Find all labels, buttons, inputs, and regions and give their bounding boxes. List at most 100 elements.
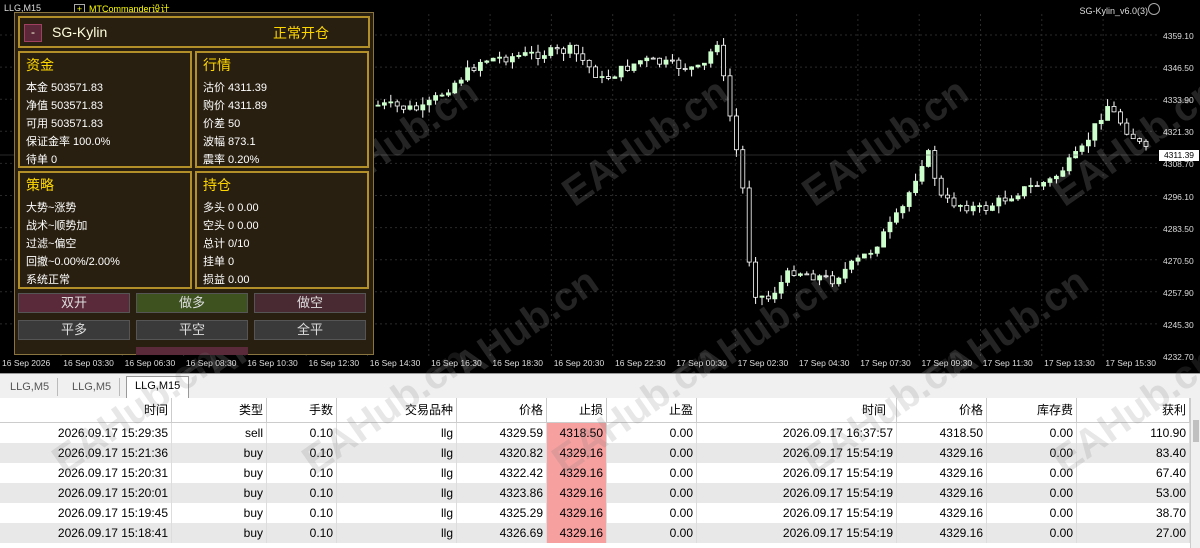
candle-body (926, 150, 931, 167)
double-open-button[interactable]: 双开 (18, 293, 130, 313)
table-cell: 2026.09.17 15:21:36 (0, 443, 172, 463)
table-cell: 2026.09.17 15:18:41 (0, 523, 172, 543)
candle-body (1060, 170, 1066, 177)
candle-body (631, 63, 637, 71)
vertical-scrollbar[interactable] (1190, 398, 1200, 548)
candle-body (1041, 182, 1046, 187)
candle-body (612, 76, 618, 79)
candle-body (702, 62, 707, 66)
panel-extra-button[interactable] (136, 347, 248, 355)
candle-body (785, 270, 790, 283)
column-header[interactable]: 止盈 (607, 398, 697, 422)
candle-body (817, 275, 822, 281)
buy-button[interactable]: 做多 (136, 293, 248, 313)
candle-body (394, 101, 400, 107)
column-header[interactable]: 止损 (547, 398, 607, 422)
price-tick: 4333.90 (1163, 95, 1194, 106)
candle-body (919, 166, 925, 182)
close-long-button[interactable]: 平多 (18, 320, 130, 340)
candle-body (490, 57, 496, 62)
tab-llg-m5-b[interactable]: LLG,M5 (64, 378, 121, 396)
candle-body (529, 51, 534, 54)
table-cell: 2026.09.17 15:19:45 (0, 503, 172, 523)
column-header[interactable]: 价格 (457, 398, 547, 422)
ea-name: SG-Kylin (52, 24, 108, 40)
minimize-button[interactable]: - (24, 24, 42, 42)
price-tick: 4321.30 (1163, 127, 1194, 138)
funds-row: 净值 503571.83 (26, 100, 104, 112)
column-header[interactable]: 交易品种 (337, 398, 457, 422)
candle-body (791, 270, 797, 276)
strategy-row: 过滤~偏空 (26, 238, 77, 250)
time-tick: 16 Sep 16:30 (431, 358, 482, 368)
table-cell: sell (172, 423, 267, 443)
ea-label: SG-Kylin_v6.0(3) (1079, 6, 1148, 16)
strategy-row: 大势~涨势 (26, 202, 77, 214)
table-cell: 38.70 (1077, 503, 1190, 523)
column-header[interactable]: 库存费 (987, 398, 1077, 422)
table-row[interactable]: 2026.09.17 15:18:41 buy 0.10 llg 4326.69 4329… (0, 523, 1190, 543)
price-tick: 4270.50 (1163, 255, 1194, 266)
column-header[interactable]: 时间 (0, 398, 172, 422)
table-cell: 0.00 (987, 483, 1077, 503)
column-header[interactable]: 获利 (1077, 398, 1190, 422)
funds-row: 待单 0 (26, 154, 58, 166)
candle-body (689, 66, 694, 70)
ea-control-panel: - SG-Kylin 正常开仓 资金 本金 503571.83 净值 50357… (14, 12, 374, 355)
candle-body (522, 52, 528, 56)
sell-button[interactable]: 做空 (254, 293, 366, 313)
column-header[interactable]: 价格 (897, 398, 987, 422)
market-row: 购价 4311.89 (203, 100, 268, 112)
candle-body (420, 104, 426, 111)
candle-body (650, 57, 656, 60)
candle-body (945, 194, 950, 199)
table-cell: 4329.16 (547, 523, 607, 543)
tab-llg-m15[interactable]: LLG,M15 (126, 376, 190, 398)
candle-body (932, 150, 938, 179)
candle-body (1092, 123, 1098, 141)
table-row[interactable]: 2026.09.17 15:20:31 buy 0.10 llg 4322.42 4329… (0, 463, 1190, 483)
table-row[interactable]: 2026.09.17 15:19:45 buy 0.10 llg 4325.29 4329… (0, 503, 1190, 523)
table-cell: 0.10 (267, 423, 337, 443)
table-cell: 2026.09.17 15:54:19 (697, 483, 897, 503)
candle-body (798, 273, 803, 276)
price-chart[interactable]: LLG,M15 + MTCommander设计 SG-Kylin_v6.0(3) … (0, 0, 1200, 373)
panel-title-bar: - SG-Kylin 正常开仓 (18, 16, 370, 48)
time-tick: 17 Sep 04:30 (798, 358, 850, 368)
table-cell: llg (337, 503, 457, 523)
table-row[interactable]: 2026.09.17 15:21:36 buy 0.10 llg 4320.82 4329… (0, 443, 1190, 463)
table-row[interactable]: 2026.09.17 15:20:01 buy 0.10 llg 4323.86 4329… (0, 483, 1190, 503)
table-row[interactable]: 2026.09.17 15:29:35 sell 0.10 llg 4329.59 431… (0, 423, 1190, 443)
candle-body (1009, 198, 1014, 202)
market-box: 行情 沽价 4311.39 购价 4311.89 价差 50 波幅 873.1 … (195, 51, 369, 168)
price-tick: 4283.50 (1163, 223, 1194, 234)
close-all-button[interactable]: 全平 (254, 320, 366, 340)
candle-body (977, 205, 982, 208)
candle-body (849, 260, 854, 270)
time-tick: 16 Sep 14:30 (369, 358, 421, 368)
column-header[interactable]: 时间 (697, 398, 897, 422)
scrollbar-thumb[interactable] (1193, 420, 1199, 442)
candle-body (990, 205, 995, 211)
candle-body (734, 115, 739, 151)
table-cell: 2026.09.17 15:54:19 (697, 503, 897, 523)
table-cell: 0.00 (607, 523, 697, 543)
candle-body (727, 75, 733, 117)
candle-body (452, 82, 458, 94)
table-cell: 4329.16 (897, 503, 987, 523)
table-cell: 0.00 (607, 463, 697, 483)
candle-body (542, 55, 547, 59)
close-short-button[interactable]: 平空 (136, 320, 248, 340)
candle-body (458, 79, 464, 84)
time-tick: 16 Sep 06:30 (124, 358, 176, 368)
time-tick: 16 Sep 20:30 (553, 358, 605, 368)
table-cell: buy (172, 483, 267, 503)
column-header[interactable]: 类型 (172, 398, 267, 422)
candle-body (836, 277, 842, 285)
tab-llg-m5-a[interactable]: LLG,M5 (2, 378, 59, 396)
column-header[interactable]: 手数 (267, 398, 337, 422)
candle-body (894, 212, 899, 223)
table-cell: 4329.16 (547, 463, 607, 483)
table-cell: 53.00 (1077, 483, 1190, 503)
candle-body (868, 252, 874, 255)
